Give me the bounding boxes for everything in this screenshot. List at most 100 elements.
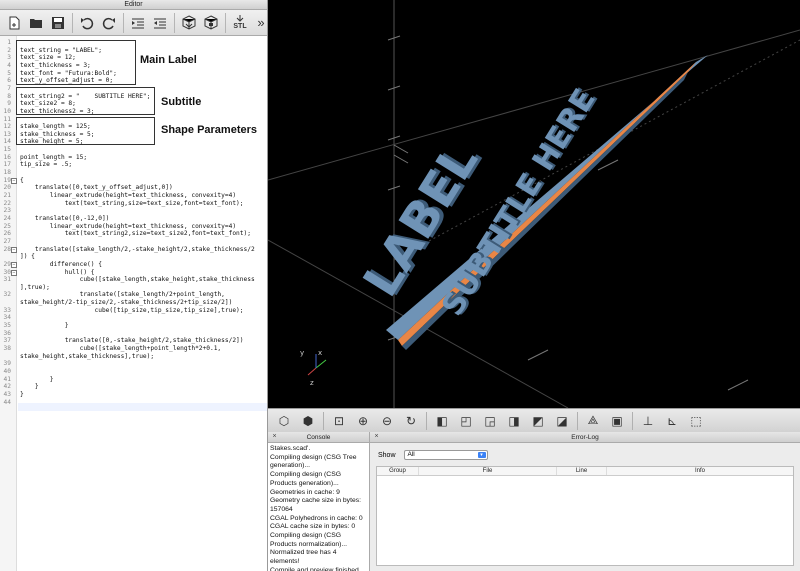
console-line: Normalized tree has 4 elements! [270,549,337,566]
code-line: } [20,383,39,391]
code-line: } [20,390,24,398]
column-header-file[interactable]: File [419,467,557,475]
code-line: point_length = 15; [20,153,88,161]
line-number: 4 [7,61,11,69]
zoom-in-icon[interactable]: ⊕ [351,411,375,431]
3d-viewport[interactable]: LABEL LABEL SUBTITLE HERE SUBTITLE HERE … [268,0,800,408]
show-edges-icon[interactable]: ⬚ [684,411,708,431]
view-right-icon[interactable]: ◧ [430,411,454,431]
console-panel: × Console Stakes.scad'. Compiling design … [268,432,370,571]
console-title-bar: × Console [268,432,369,443]
toolbar-separator [426,411,427,430]
new-file-icon[interactable] [3,12,25,34]
line-number: 15 [3,146,11,154]
line-number: 41 [3,375,11,383]
column-header-info[interactable]: Info [607,467,793,475]
line-number: 19 [3,176,11,184]
save-icon[interactable] [47,12,69,34]
console-line: Stakes.scad'. [270,445,311,452]
line-number: 6 [7,77,11,85]
line-number: 30 [3,268,11,276]
column-header-line[interactable]: Line [557,467,607,475]
console-line: Geometry cache size in bytes: 157064 [270,497,362,513]
subtitle-box [16,87,155,115]
line-number: 36 [3,329,11,337]
more-icon[interactable]: » [255,12,267,34]
line-number: 35 [3,322,11,330]
code-line: cube([tip_size,tip_size,tip_size],true); [20,306,244,314]
console-line: Compiling design (CSG Products generatio… [270,471,342,487]
code-line: linear_extrude(height=text_thickness, co… [20,222,237,230]
console-line: CGAL Polyhedrons in cache: 0 [270,514,363,522]
fold-toggle-icon[interactable]: − [11,246,17,253]
toolbar-separator [577,411,578,430]
view-top-icon[interactable]: ◰ [454,411,478,431]
console-output: Stakes.scad'. Compiling design (CSG Tree … [268,443,369,571]
line-number: 12 [3,123,11,131]
line-number: 43 [3,390,11,398]
render-icon[interactable]: ⬢ [296,411,320,431]
console-line: Compiling design (CSG Tree generation)..… [270,453,357,470]
error-table: Group File Line Info [376,466,794,566]
reset-view-icon[interactable]: ↻ [399,411,423,431]
line-number: 32 [3,291,11,299]
code-line: ]) { [20,253,35,261]
view-bottom-icon[interactable]: ◲ [478,411,502,431]
error-filter-row: Show All ▾ [378,450,488,460]
view-back-icon[interactable]: ◪ [550,411,574,431]
code-line: text(text_string2,size=text_size2,font=t… [20,230,251,238]
line-number: 2 [7,46,11,54]
svg-text:z: z [310,379,314,387]
open-file-icon[interactable] [25,12,47,34]
zoom-out-icon[interactable]: ⊖ [375,411,399,431]
close-icon[interactable]: × [373,433,380,441]
line-number: 3 [7,54,11,62]
shape-parameters-box [16,117,155,145]
view-front-icon[interactable]: ◩ [526,411,550,431]
svg-text:y: y [300,349,304,357]
view-left-icon[interactable]: ◨ [502,411,526,431]
code-line: text(text_string,size=text_size,font=tex… [20,199,244,207]
line-number: 9 [7,100,11,108]
console-line: Compile and preview finished. [270,566,361,571]
line-number: 23 [3,207,11,215]
line-number: 34 [3,314,11,322]
code-editor[interactable]: 1 2 3 4 5 6 7 8 9 10 11 12 13 14 15 16 17 18 19−20 21 22 23 24… [0,36,267,571]
code-line: linear_extrude(height=text_thickness, co… [20,192,237,199]
line-number: 37 [3,337,11,345]
render-icon[interactable] [200,12,222,34]
fold-toggle-icon[interactable]: − [11,269,17,276]
unindent-icon[interactable] [149,12,171,34]
column-header-group[interactable]: Group [377,467,419,475]
error-log-title: Error-Log [571,434,599,441]
close-icon[interactable]: × [271,433,278,441]
export-stl-icon[interactable]: STL [229,12,251,34]
toolbar-separator [174,12,175,33]
toolbar-separator [123,12,124,33]
fold-toggle-icon[interactable]: − [11,177,17,184]
error-filter-select[interactable]: All ▾ [403,450,488,460]
code-line: } [20,322,69,330]
undo-icon[interactable] [76,12,98,34]
perspective-icon[interactable]: ⟁ [581,411,605,431]
line-number: 22 [3,199,11,207]
indent-icon[interactable] [127,12,149,34]
chevron-down-icon: ▾ [477,452,486,458]
show-axes-icon[interactable]: ⊥ [636,411,660,431]
viewport-scene: LABEL LABEL SUBTITLE HERE SUBTITLE HERE … [268,0,800,408]
code-line: cube([stake_length,stake_height,stake_th… [20,276,255,284]
line-number-gutter: 1 2 3 4 5 6 7 8 9 10 11 12 13 14 15 16 17 18 19−20 21 22 23 24… [0,36,17,571]
console-line: Geometries in cache: 9 [270,488,340,496]
zoom-all-icon[interactable]: ⊡ [327,411,351,431]
line-number: 21 [3,192,11,199]
line-number: 13 [3,130,11,138]
line-number: 25 [3,222,11,230]
fold-toggle-icon[interactable]: − [11,261,17,268]
preview-icon[interactable] [178,12,200,34]
line-number: 42 [3,383,11,391]
preview-icon[interactable]: ⬡ [272,411,296,431]
redo-icon[interactable] [98,12,120,34]
orthogonal-icon[interactable]: ▣ [605,411,629,431]
show-scale-icon[interactable]: ⊾ [660,411,684,431]
main-label-box [16,40,136,85]
